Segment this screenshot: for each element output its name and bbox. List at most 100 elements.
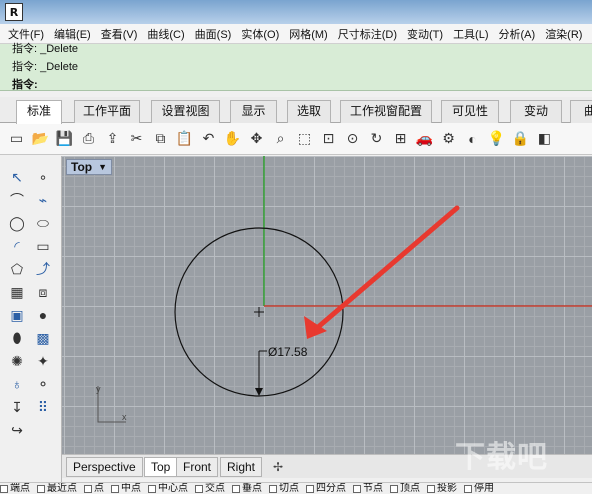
checkbox[interactable] bbox=[353, 485, 361, 493]
loft-icon[interactable]: ⧈ bbox=[32, 281, 54, 303]
layer-icon[interactable]: ◧ bbox=[534, 128, 555, 149]
osnap-option[interactable]: 中心点 bbox=[148, 483, 188, 494]
osnap-option[interactable]: 切点 bbox=[269, 483, 299, 494]
point-icon[interactable]: ∘ bbox=[32, 166, 54, 188]
undo-icon[interactable]: ↶ bbox=[198, 128, 219, 149]
mesh-icon[interactable]: ▩ bbox=[32, 327, 54, 349]
tab[interactable]: 选取 bbox=[287, 100, 331, 123]
rectangle-icon[interactable]: ▭ bbox=[32, 235, 54, 257]
four-views-icon[interactable]: ⊞ bbox=[390, 128, 411, 149]
checkbox[interactable] bbox=[148, 485, 156, 493]
checkbox[interactable] bbox=[84, 485, 92, 493]
viewport-tab[interactable]: Front bbox=[176, 457, 219, 477]
properties-icon[interactable]: ⚙ bbox=[438, 128, 459, 149]
menu-item[interactable]: 渲染(R) bbox=[545, 26, 582, 42]
zoom-selected-icon[interactable]: ⊙ bbox=[342, 128, 363, 149]
viewport-tab[interactable]: Top bbox=[144, 457, 178, 477]
box-icon[interactable]: ▣ bbox=[6, 304, 28, 326]
new-icon[interactable]: ▭ bbox=[6, 128, 27, 149]
menu-item[interactable]: 网格(M) bbox=[289, 26, 328, 42]
circle-icon[interactable]: ◯ bbox=[6, 212, 28, 234]
analyze-icon[interactable]: ♁ bbox=[6, 373, 28, 395]
open-icon[interactable]: 📂 bbox=[30, 128, 51, 149]
add-viewport-icon[interactable]: ✢ bbox=[269, 458, 287, 476]
zoom-icon[interactable]: ⌕ bbox=[270, 128, 291, 149]
paste-icon[interactable]: 📋 bbox=[174, 128, 195, 149]
osnap-option[interactable]: 交点 bbox=[195, 483, 225, 494]
ellipse-icon[interactable]: ⬭ bbox=[32, 212, 54, 234]
menu-item[interactable]: 曲线(C) bbox=[147, 26, 184, 42]
import-icon[interactable]: ⇪ bbox=[102, 128, 123, 149]
print-icon[interactable]: ⎙ bbox=[78, 128, 99, 149]
checkbox[interactable] bbox=[427, 485, 435, 493]
osnap-option[interactable]: 最近点 bbox=[37, 483, 77, 494]
group-icon[interactable]: ⠿ bbox=[32, 396, 54, 418]
pan-icon[interactable]: ✋ bbox=[222, 128, 243, 149]
osnap-option[interactable]: 垂点 bbox=[232, 483, 262, 494]
osnap-option[interactable]: 中点 bbox=[111, 483, 141, 494]
cylinder-icon[interactable]: ⬮ bbox=[6, 327, 28, 349]
copy-icon[interactable]: ⧉ bbox=[150, 128, 171, 149]
rotate-view-icon[interactable]: ✥ bbox=[246, 128, 267, 149]
checkbox[interactable] bbox=[306, 485, 314, 493]
checkbox[interactable] bbox=[232, 485, 240, 493]
light-icon[interactable]: 💡 bbox=[486, 128, 507, 149]
tab[interactable]: 显示 bbox=[230, 100, 277, 123]
menu-item[interactable]: 变动(T) bbox=[407, 26, 443, 42]
render-icon[interactable]: ⚬ bbox=[32, 373, 54, 395]
osnap-option[interactable]: 投影 bbox=[427, 483, 457, 494]
arc-icon[interactable]: ◜ bbox=[6, 235, 28, 257]
sphere-icon[interactable]: ● bbox=[32, 304, 54, 326]
checkbox[interactable] bbox=[464, 485, 472, 493]
tab[interactable]: 标准 bbox=[16, 100, 62, 124]
cut-icon[interactable]: ✂ bbox=[126, 128, 147, 149]
zoom-window-icon[interactable]: ⬚ bbox=[294, 128, 315, 149]
select-icon[interactable]: ↖ bbox=[6, 166, 28, 188]
osnap-option[interactable]: 端点 bbox=[0, 483, 30, 494]
menu-item[interactable]: 分析(A) bbox=[499, 26, 536, 42]
osnap-option[interactable]: 四分点 bbox=[306, 483, 346, 494]
tab[interactable]: 设置视图 bbox=[151, 100, 220, 123]
viewport-tab[interactable]: Right bbox=[220, 457, 263, 477]
checkbox[interactable] bbox=[390, 485, 398, 493]
boolean-icon[interactable]: ✦ bbox=[32, 350, 54, 372]
chevron-down-icon[interactable]: ▼ bbox=[98, 160, 107, 174]
checkbox[interactable] bbox=[0, 485, 8, 493]
menu-item[interactable]: 曲面(S) bbox=[195, 26, 232, 42]
viewport-tab[interactable]: Perspective bbox=[66, 457, 143, 477]
fillet-curve-icon[interactable]: ⤴ bbox=[32, 258, 54, 280]
polyline-icon[interactable]: ⌒ bbox=[6, 189, 28, 211]
save-icon[interactable]: 💾 bbox=[54, 128, 75, 149]
osnap-option[interactable]: 节点 bbox=[353, 483, 383, 494]
checkbox[interactable] bbox=[111, 485, 119, 493]
surface-icon[interactable]: ▦ bbox=[6, 281, 28, 303]
rotate-camera-icon[interactable]: ↻ bbox=[366, 128, 387, 149]
transform-icon[interactable]: ✺ bbox=[6, 350, 28, 372]
command-prompt[interactable]: 指令: bbox=[12, 76, 38, 92]
checkbox[interactable] bbox=[37, 485, 45, 493]
checkbox[interactable] bbox=[269, 485, 277, 493]
osnap-option[interactable]: 点 bbox=[84, 483, 104, 494]
tab[interactable]: 工作平面 bbox=[74, 100, 140, 123]
menu-item[interactable]: 尺寸标注(D) bbox=[338, 26, 397, 42]
tab[interactable]: 可见性 bbox=[441, 100, 499, 123]
viewport-label[interactable]: Top ▼ bbox=[66, 159, 113, 175]
zoom-extents-icon[interactable]: ⊡ bbox=[318, 128, 339, 149]
tab[interactable]: 变动 bbox=[510, 100, 562, 123]
viewport-top[interactable]: Top ▼ Ø17.58 y x bbox=[62, 156, 592, 454]
tab[interactable]: 曲线 bbox=[570, 100, 592, 139]
menu-item[interactable]: 实体(O) bbox=[241, 26, 279, 42]
osnap-option[interactable]: 顶点 bbox=[390, 483, 420, 494]
curve-tool-icon[interactable]: ↪ bbox=[6, 419, 28, 441]
lock-icon[interactable]: 🔒 bbox=[510, 128, 531, 149]
polygon-icon[interactable]: ⬠ bbox=[6, 258, 28, 280]
checkbox[interactable] bbox=[195, 485, 203, 493]
menu-item[interactable]: 查看(V) bbox=[101, 26, 138, 42]
menu-item[interactable]: 工具(L) bbox=[453, 26, 488, 42]
dimension-icon[interactable]: ↧ bbox=[6, 396, 28, 418]
curve-icon[interactable]: ⌁ bbox=[32, 189, 54, 211]
osnap-option[interactable]: 停用 bbox=[464, 483, 494, 494]
tab[interactable]: 工作视窗配置 bbox=[340, 100, 432, 123]
shade-icon[interactable]: ◐ bbox=[462, 128, 483, 149]
car-icon[interactable]: 🚗 bbox=[414, 128, 435, 149]
